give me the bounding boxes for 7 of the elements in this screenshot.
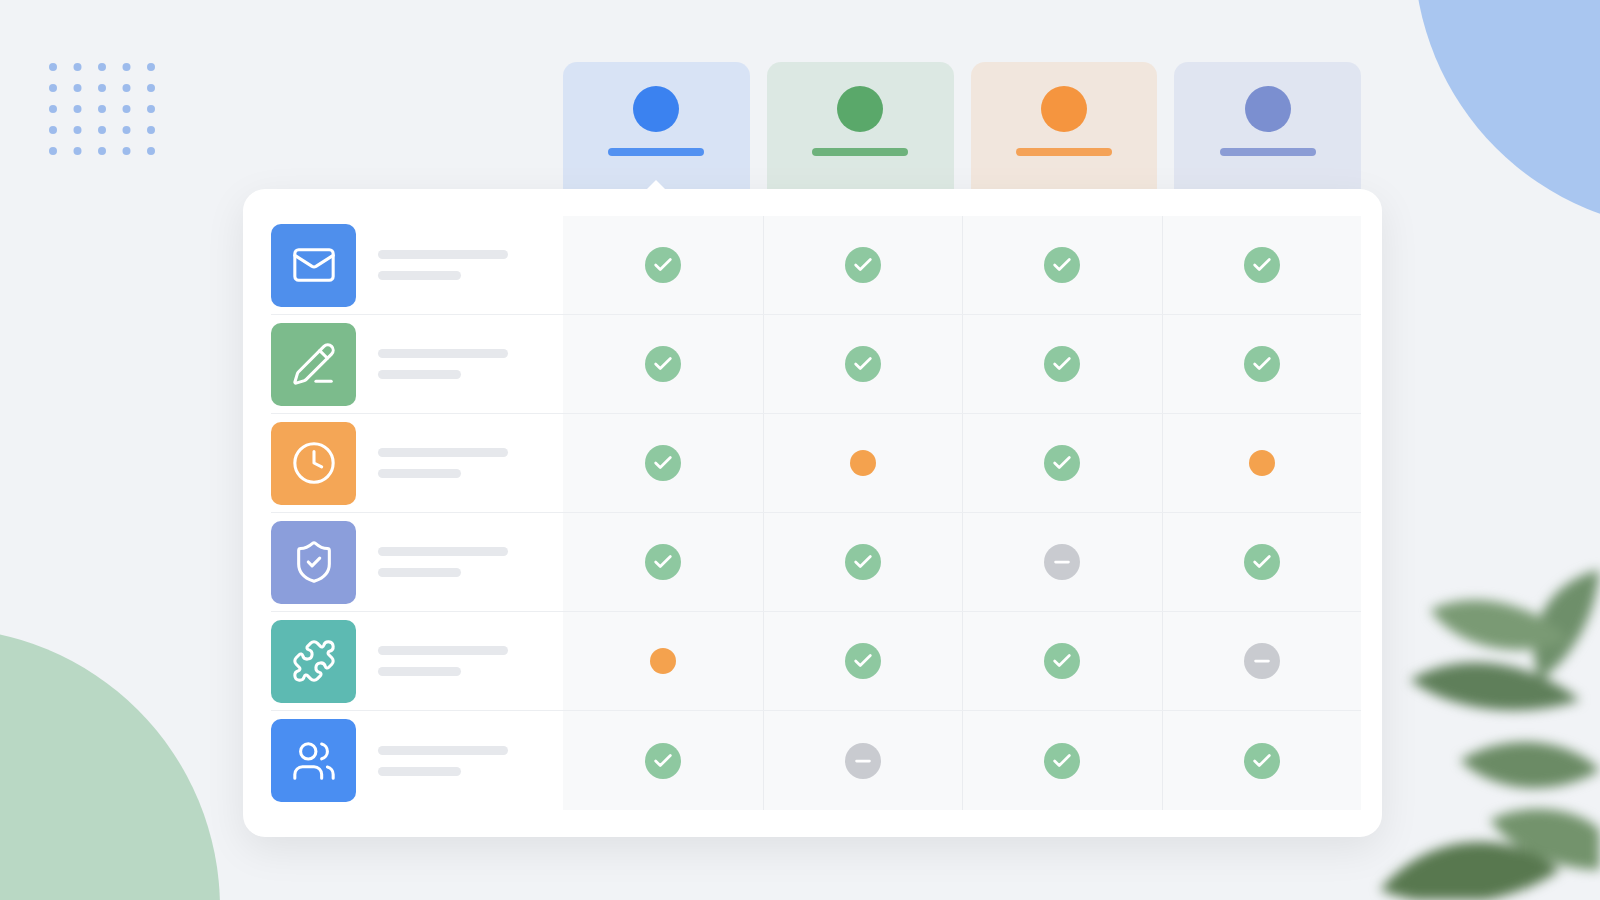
- puzzle-icon: [290, 638, 337, 684]
- column-header[interactable]: [766, 62, 954, 189]
- column-header[interactable]: [563, 62, 750, 189]
- pencil-icon: [290, 341, 337, 387]
- clock-icon: [290, 440, 337, 486]
- column-header[interactable]: [1174, 62, 1361, 189]
- column-header[interactable]: [970, 62, 1158, 189]
